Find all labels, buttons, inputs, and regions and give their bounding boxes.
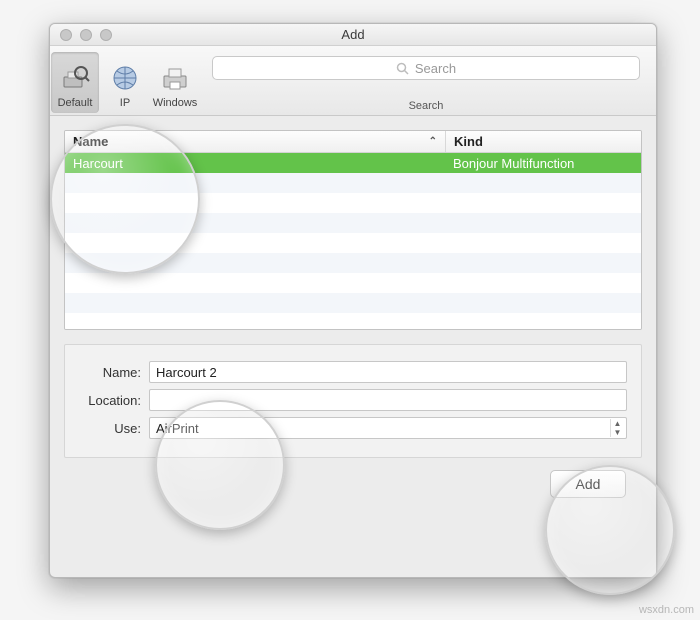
toolbar-default-label: Default — [58, 97, 93, 109]
list-empty-row — [65, 293, 641, 313]
search-placeholder: Search — [415, 61, 456, 76]
column-header-kind-label: Kind — [454, 134, 483, 149]
search-section-label: Search — [212, 100, 640, 112]
action-bar: Add — [64, 458, 642, 498]
toolbar-ip-tab[interactable]: IP — [101, 52, 149, 113]
toolbar-default-tab[interactable]: Default — [51, 52, 99, 113]
watermark: wsxdn.com — [639, 604, 694, 616]
select-stepper-icon: ▲▼ — [610, 419, 624, 437]
close-window-button[interactable] — [60, 29, 72, 41]
printer-list: Name ⌃ Kind Harcourt Bonjour Multifuncti… — [64, 130, 642, 330]
add-button[interactable]: Add — [550, 470, 626, 498]
globe-icon — [108, 61, 142, 95]
name-field[interactable]: Harcourt 2 — [149, 361, 627, 383]
list-item[interactable]: Harcourt Bonjour Multifunction — [65, 153, 641, 173]
window-title: Add — [50, 27, 656, 42]
content-area: Name ⌃ Kind Harcourt Bonjour Multifuncti… — [50, 116, 656, 508]
toolbar-mode-group: Default IP — [50, 50, 200, 115]
toolbar-search-section: Search Search — [200, 50, 648, 115]
list-empty-row — [65, 233, 641, 253]
location-field[interactable] — [149, 389, 627, 411]
toolbar: Default IP — [50, 46, 656, 116]
use-value: AirPrint — [156, 421, 199, 436]
minimize-window-button[interactable] — [80, 29, 92, 41]
column-header-name-label: Name — [73, 134, 108, 149]
name-value: Harcourt 2 — [156, 365, 217, 380]
form-row-name: Name: Harcourt 2 — [79, 361, 627, 383]
magnifier-printer-icon — [58, 61, 92, 95]
toolbar-windows-tab[interactable]: Windows — [151, 52, 199, 113]
sort-indicator-icon: ⌃ — [429, 136, 437, 147]
window-controls — [50, 29, 112, 41]
use-label: Use: — [79, 421, 149, 436]
list-empty-row — [65, 273, 641, 293]
toolbar-windows-label: Windows — [153, 97, 198, 109]
search-input[interactable]: Search — [212, 56, 640, 80]
column-header-kind[interactable]: Kind — [445, 131, 641, 152]
titlebar: Add — [50, 24, 656, 46]
form-row-location: Location: — [79, 389, 627, 411]
search-icon — [396, 62, 409, 75]
list-item-kind: Bonjour Multifunction — [445, 156, 641, 171]
list-empty-row — [65, 213, 641, 233]
list-body: Harcourt Bonjour Multifunction — [65, 153, 641, 330]
list-item-name: Harcourt — [65, 156, 445, 171]
printer-icon — [158, 61, 192, 95]
use-select[interactable]: AirPrint ▲▼ — [149, 417, 627, 439]
add-button-label: Add — [576, 476, 601, 492]
column-header-name[interactable]: Name ⌃ — [65, 134, 445, 149]
name-label: Name: — [79, 365, 149, 380]
zoom-window-button[interactable] — [100, 29, 112, 41]
list-empty-row — [65, 313, 641, 330]
list-header: Name ⌃ Kind — [65, 131, 641, 153]
list-empty-row — [65, 173, 641, 193]
list-empty-row — [65, 253, 641, 273]
printer-form: Name: Harcourt 2 Location: Use: AirPrint… — [64, 344, 642, 458]
list-empty-row — [65, 193, 641, 213]
add-printer-window: Add Default — [49, 23, 657, 578]
toolbar-ip-label: IP — [120, 97, 130, 109]
location-label: Location: — [79, 393, 149, 408]
form-row-use: Use: AirPrint ▲▼ — [79, 417, 627, 439]
